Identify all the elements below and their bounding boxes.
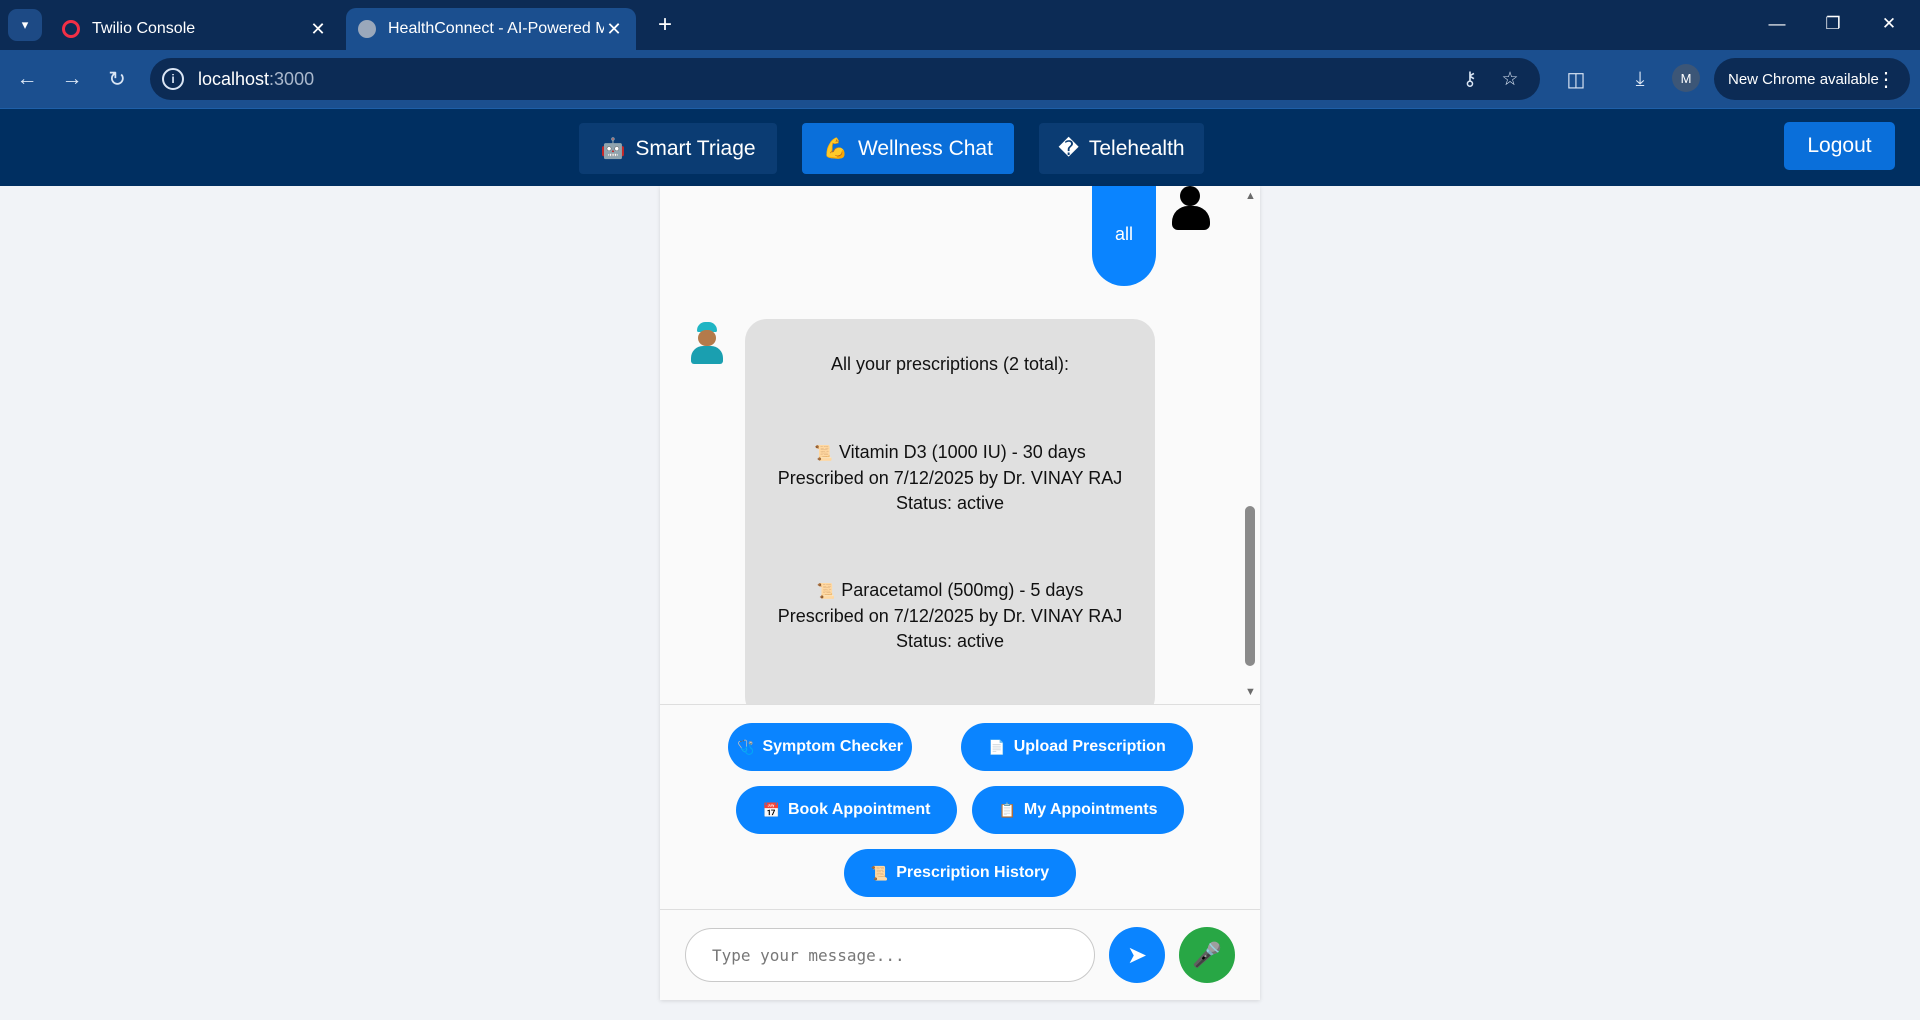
book-appointment-button[interactable]: 📅 Book Appointment [736, 786, 957, 834]
scroll-icon: 📜 [816, 583, 836, 600]
prescription-item: 📜 Paracetamol (500mg) - 5 days Prescribed… [745, 578, 1155, 654]
extensions-icon[interactable]: ◫ [1560, 63, 1592, 95]
tab-title: Twilio Console [92, 20, 196, 37]
stethoscope-icon: 🩺 [737, 738, 755, 755]
download-icon[interactable]: ⤓ [1624, 63, 1656, 95]
tab-search-button[interactable]: ▾ [8, 9, 42, 41]
bot-message-bubble: All your prescriptions (2 total): 📜 Vitam… [745, 319, 1155, 704]
tab-title: HealthConnect - AI-Powered M [388, 20, 604, 37]
tab-label: Wellness Chat [857, 136, 993, 160]
prescription-name: Vitamin D3 (1000 IU) - 30 days [838, 442, 1086, 462]
send-button[interactable]: ➤ [1109, 927, 1165, 983]
prescription-status: Status: active [895, 493, 1005, 513]
browser-tab-strip: ▾ Twilio Console ✕ HealthConnect - AI-Po… [0, 0, 1920, 50]
twilio-favicon-icon [62, 20, 80, 38]
message-composer: ➤ 🎤 [660, 910, 1260, 1000]
upload-prescription-button[interactable]: 📄 Upload Prescription [961, 723, 1193, 771]
clipboard-icon: 📋 [998, 801, 1016, 818]
scroll-icon: 📜 [814, 445, 833, 462]
globe-favicon-icon [358, 20, 376, 38]
update-label: New Chrome available [1728, 70, 1879, 88]
user-avatar-icon [1172, 186, 1210, 230]
bot-message-heading: All your prescriptions (2 total): [830, 354, 1070, 374]
address-bar[interactable]: i localhost:3000 ⚷ ☆ [150, 58, 1540, 100]
user-message-bubble: all [1092, 186, 1156, 286]
close-tab-icon[interactable]: ✕ [308, 19, 328, 40]
flexed-biceps-icon: 💪 [823, 138, 848, 160]
password-key-icon[interactable]: ⚷ [1456, 66, 1484, 92]
message-scrollbar[interactable]: ▲ ▼ [1240, 186, 1260, 704]
prescription-date: Prescribed on 7/12/2025 by Dr. VINAY RAJ [777, 606, 1123, 626]
calendar-icon: 📅 [762, 801, 780, 818]
missing-glyph-icon: � [1058, 138, 1079, 160]
prescription-history-button[interactable]: 📜 Prescription History [844, 849, 1076, 897]
prescription-date: Prescribed on 7/12/2025 by Dr. VINAY RAJ [777, 468, 1123, 488]
logout-button[interactable]: Logout [1784, 122, 1895, 170]
prescription-status: Status: active [895, 631, 1005, 651]
tab-label: Smart Triage [635, 136, 756, 160]
new-tab-button[interactable]: + [650, 10, 680, 40]
document-icon: 📄 [988, 738, 1006, 755]
url-text: localhost:3000 [198, 68, 315, 89]
microphone-icon: 🎤 [1192, 941, 1222, 969]
tab-smart-triage[interactable]: 🤖 Smart Triage [579, 123, 777, 174]
message-input[interactable] [685, 928, 1095, 982]
browser-tab-twilio[interactable]: Twilio Console ✕ [50, 8, 340, 50]
more-menu-icon[interactable]: ⋮ [1876, 67, 1896, 92]
scroll-up-arrow-icon[interactable]: ▲ [1245, 190, 1256, 202]
site-info-icon[interactable]: i [162, 68, 184, 90]
minimize-window-icon[interactable]: — [1754, 6, 1800, 42]
robot-icon: 🤖 [600, 138, 626, 160]
scroll-icon: 📜 [870, 864, 889, 881]
prescription-name: Paracetamol (500mg) - 5 days [841, 580, 1084, 600]
doctor-avatar-icon [688, 322, 726, 364]
tab-label: Telehealth [1088, 136, 1185, 160]
tab-telehealth[interactable]: � Telehealth [1039, 123, 1204, 174]
close-tab-icon[interactable]: ✕ [604, 19, 624, 40]
restore-window-icon[interactable]: ❐ [1810, 6, 1856, 42]
send-arrow-icon: ➤ [1126, 941, 1148, 969]
prescription-item: 📜 Vitamin D3 (1000 IU) - 30 days Prescrib… [745, 440, 1155, 516]
tab-wellness-chat[interactable]: 💪 Wellness Chat [802, 123, 1014, 174]
bookmark-star-icon[interactable]: ☆ [1496, 66, 1524, 92]
forward-arrow-icon[interactable]: → [55, 62, 89, 96]
quick-actions: 🩺 Symptom Checker 📄 Upload Prescription … [660, 704, 1260, 910]
message-list[interactable]: all All your prescriptions (2 total): 📜 V… [660, 186, 1260, 704]
back-arrow-icon[interactable]: ← [10, 62, 44, 96]
scroll-down-arrow-icon[interactable]: ▼ [1245, 686, 1256, 698]
chat-panel: all All your prescriptions (2 total): 📜 V… [660, 186, 1260, 1000]
browser-toolbar: ← → ↻ i localhost:3000 ⚷ ☆ ◫ ⤓ M New Chr… [0, 50, 1920, 108]
chrome-update-button[interactable]: New Chrome available ⋮ [1714, 58, 1910, 100]
browser-tab-healthconnect[interactable]: HealthConnect - AI-Powered M ✕ [346, 8, 636, 50]
profile-avatar[interactable]: M [1672, 64, 1700, 92]
scrollbar-thumb[interactable] [1245, 506, 1255, 666]
my-appointments-button[interactable]: 📋 My Appointments [972, 786, 1184, 834]
app-header: 🤖 Smart Triage 💪 Wellness Chat � Telehea… [0, 108, 1920, 186]
close-window-icon[interactable]: ✕ [1866, 6, 1912, 42]
microphone-button[interactable]: 🎤 [1179, 927, 1235, 983]
symptom-checker-button[interactable]: 🩺 Symptom Checker [728, 723, 912, 771]
reload-icon[interactable]: ↻ [100, 62, 134, 96]
